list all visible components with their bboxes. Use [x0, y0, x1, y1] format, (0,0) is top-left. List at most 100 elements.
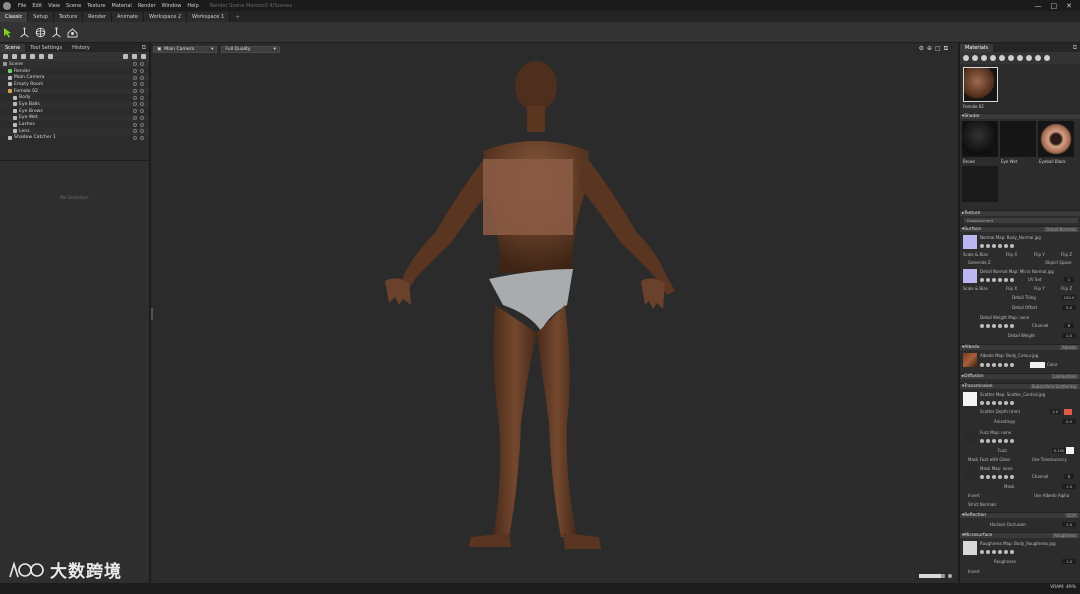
copy-icon[interactable] [1017, 55, 1023, 61]
lock-icon[interactable] [140, 102, 144, 107]
tree-item[interactable]: Eye Balls [0, 101, 149, 108]
strict-normals-checkbox[interactable]: Strict Normals [968, 502, 996, 507]
flip-z-checkbox[interactable]: Flip Z [1061, 252, 1072, 257]
scatter-depth-field[interactable]: 1.0 [1050, 409, 1060, 414]
menu-help[interactable]: Help [184, 3, 201, 9]
visibility-icon[interactable] [133, 69, 137, 74]
tree-item[interactable]: Eye Brows [0, 108, 149, 115]
add-object-icon[interactable] [3, 54, 8, 59]
duplicate-material-icon[interactable] [972, 55, 978, 61]
roughness-map-tools[interactable] [980, 550, 1014, 554]
tab-scene[interactable]: Scene [0, 44, 26, 52]
frame-icon[interactable]: □ [935, 45, 941, 53]
menu-view[interactable]: View [45, 3, 63, 9]
tab-animate[interactable]: Animate [111, 12, 144, 22]
flip-x-checkbox[interactable]: Flip X [1006, 252, 1017, 257]
close-icon[interactable]: ✕ [1066, 2, 1072, 10]
scale-tool-icon[interactable] [50, 26, 62, 38]
menu-scene[interactable]: Scene [63, 3, 84, 9]
fuzz-color-swatch[interactable] [1066, 447, 1074, 454]
mask-channel-dropdown[interactable]: R [1064, 474, 1074, 479]
object-space-checkbox[interactable]: Object Space [1045, 260, 1072, 265]
texture-section-header[interactable]: ▸ Texture [960, 210, 1080, 216]
uv-set-dropdown[interactable]: 1 [1064, 277, 1074, 282]
tree-item[interactable]: Lens [0, 127, 149, 135]
generate-z-checkbox[interactable]: Generate Z [968, 260, 991, 265]
visibility-icon[interactable] [133, 129, 137, 134]
tab-setup[interactable]: Setup [28, 12, 54, 22]
camera-dropdown[interactable]: ▣ Main Camera ▾ [153, 45, 218, 53]
albedo-mode-dropdown[interactable]: Albedo [1060, 345, 1078, 350]
lock-icon[interactable] [140, 75, 144, 80]
sphere-icon[interactable] [1044, 55, 1050, 61]
shader-thumb-brows[interactable] [962, 121, 998, 157]
tab-texture[interactable]: Texture [53, 12, 84, 22]
horizon-field[interactable]: 1.0 [1062, 522, 1076, 527]
reflection-section-header[interactable]: ▾ Reflection GGX [960, 512, 1080, 518]
use-translucency-checkbox[interactable]: Use Translucency [1032, 457, 1067, 462]
lock-icon[interactable] [140, 69, 144, 74]
surface-section-header[interactable]: ▾ Surface Detail Normals [960, 226, 1080, 232]
diffusion-mode-dropdown[interactable]: Lambertian [1051, 374, 1078, 379]
menu-material[interactable]: Material [109, 3, 135, 9]
scatter-map-tools[interactable] [980, 401, 1014, 405]
tree-item[interactable]: Shadow Catcher 1 [0, 135, 149, 142]
detail-offset-field[interactable]: 0.0 [1062, 305, 1076, 310]
tab-history[interactable]: History [67, 44, 95, 52]
tree-item[interactable]: Body [0, 94, 149, 101]
flip-x-2-checkbox[interactable]: Flip X [1006, 286, 1017, 291]
scale-bias-checkbox[interactable]: Scale & Bias [963, 252, 988, 257]
roughness-invert-checkbox[interactable]: Invert [968, 569, 980, 574]
albedo-section-header[interactable]: ▾ Albedo Albedo [960, 344, 1080, 350]
fuzz-map-tools[interactable] [980, 439, 1014, 443]
menu-texture[interactable]: Texture [84, 3, 108, 9]
visibility-icon[interactable] [133, 102, 137, 107]
quality-dropdown[interactable]: Full Quality ▾ [221, 45, 280, 53]
tree-item[interactable]: Lashes [0, 121, 149, 128]
gear-icon[interactable]: ⚙ [919, 45, 924, 53]
roughness-field[interactable]: 1.0 [1062, 559, 1076, 564]
visibility-icon[interactable] [133, 95, 137, 100]
add-camera-icon[interactable] [21, 54, 26, 59]
microsurface-mode-dropdown[interactable]: Roughness [1052, 533, 1078, 538]
visibility-icon[interactable] [133, 62, 137, 67]
select-tool-icon[interactable] [2, 26, 14, 38]
minimize-icon[interactable]: — [1035, 2, 1042, 10]
transmission-mode-dropdown[interactable]: Subsurface Scattering [1029, 384, 1078, 389]
paste-icon[interactable] [1026, 55, 1032, 61]
tree-item[interactable]: Render [0, 68, 149, 75]
detail-weight-field[interactable]: 1.0 [1062, 333, 1076, 338]
visibility-icon[interactable] [133, 82, 137, 87]
detach-panel-icon[interactable]: ⧉ [1073, 44, 1077, 52]
new-material-icon[interactable] [963, 55, 969, 61]
anisotropy-field[interactable]: 0.0 [1062, 419, 1076, 424]
copy-icon[interactable] [123, 54, 128, 59]
lock-icon[interactable] [140, 89, 144, 94]
visibility-icon[interactable] [133, 89, 137, 94]
shader-thumb-eyeball[interactable] [1038, 121, 1074, 157]
import-icon[interactable] [48, 54, 53, 59]
material-thumbnail[interactable] [963, 67, 998, 102]
menu-file[interactable]: File [15, 3, 29, 9]
tab-workspace-1[interactable]: Workspace 1 [187, 12, 231, 22]
menu-window[interactable]: Window [159, 3, 185, 9]
reflection-mode-dropdown[interactable]: GGX [1065, 513, 1078, 518]
paste-icon[interactable] [132, 54, 137, 59]
visibility-icon[interactable] [133, 122, 137, 127]
visibility-icon[interactable] [133, 109, 137, 114]
add-light-icon[interactable] [12, 54, 17, 59]
tab-render[interactable]: Render [83, 12, 112, 22]
lock-icon[interactable] [140, 109, 144, 114]
flip-y-2-checkbox[interactable]: Flip Y [1034, 286, 1045, 291]
tree-item[interactable]: Main Camera [0, 74, 149, 82]
tab-classic[interactable]: Classic [0, 12, 29, 22]
delete-icon[interactable] [141, 54, 146, 59]
duplicate-icon[interactable] [39, 54, 44, 59]
detail-tiling-field[interactable]: 100.0 [1062, 295, 1076, 300]
flip-y-checkbox[interactable]: Flip Y [1034, 252, 1045, 257]
settings-icon[interactable] [981, 55, 987, 61]
microsurface-section-header[interactable]: ▾ Microsurface Roughness [960, 532, 1080, 538]
tab-materials[interactable]: Materials [960, 44, 993, 52]
visibility-icon[interactable] [133, 135, 137, 140]
scale-bias-2-checkbox[interactable]: Scale & Bias [963, 286, 988, 291]
